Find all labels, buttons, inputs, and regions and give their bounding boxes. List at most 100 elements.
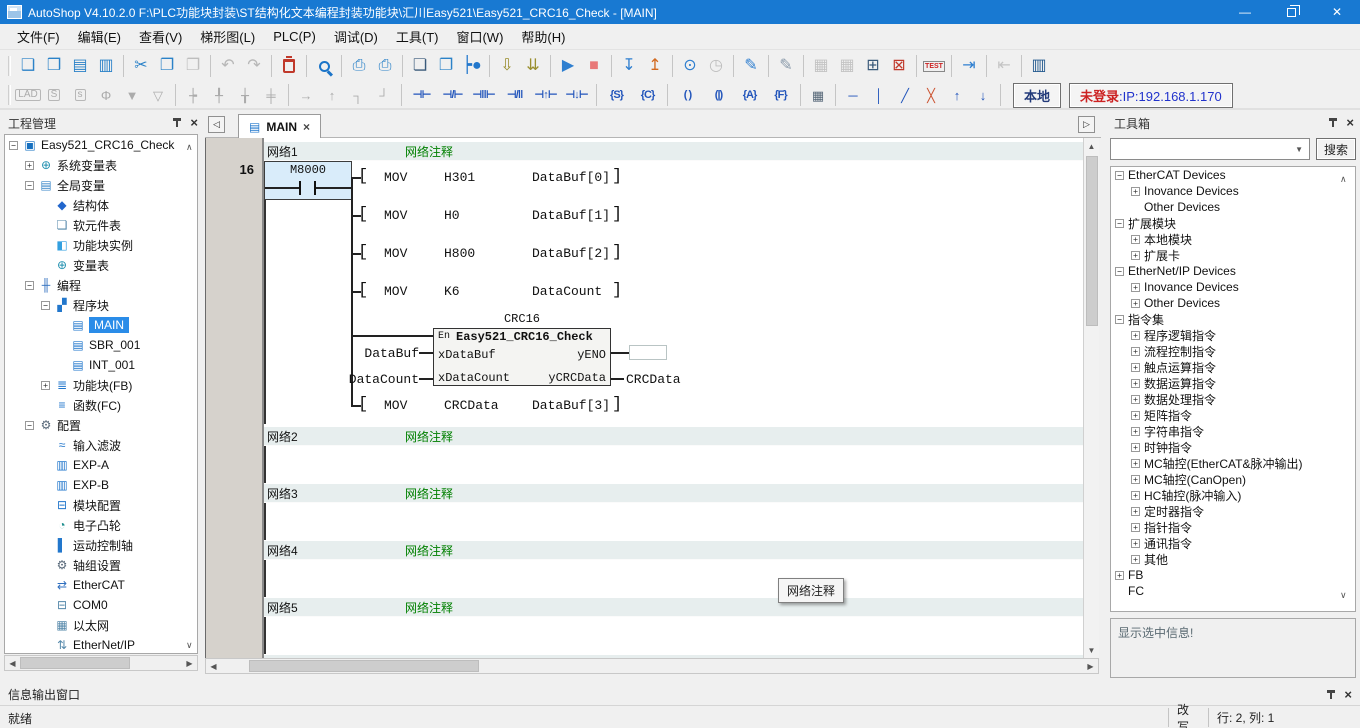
- rung-mov-1[interactable]: [MOVH301DataBuf[0]]: [264, 170, 1083, 186]
- instruction-src[interactable]: H0: [444, 208, 460, 223]
- toolbox-search-input[interactable]: ▼: [1110, 138, 1310, 160]
- expand-icon[interactable]: +: [1131, 363, 1140, 372]
- network-comment[interactable]: 网络注释: [405, 485, 453, 502]
- insert-row-icon[interactable]: ⊞: [860, 54, 886, 78]
- network-header[interactable]: 网络2网络注释: [264, 427, 1083, 446]
- collapse-icon[interactable]: −: [25, 421, 34, 430]
- expand-icon[interactable]: +: [1131, 475, 1140, 484]
- save-icon[interactable]: ▤: [67, 54, 93, 78]
- expand-icon[interactable]: +: [1131, 507, 1140, 516]
- pin-icon[interactable]: [1328, 117, 1338, 128]
- instruction-dst[interactable]: DataBuf[2]: [532, 246, 610, 261]
- menu-h[interactable]: 帮助(H): [512, 23, 574, 50]
- tree-item-软元件表[interactable]: ❏软元件表: [5, 215, 197, 235]
- close-button[interactable]: ✕: [1314, 0, 1360, 24]
- tree-item-功能块实例[interactable]: ◧功能块实例: [5, 235, 197, 255]
- collapse-icon[interactable]: −: [25, 181, 34, 190]
- network-comment[interactable]: 网络注释: [405, 143, 453, 160]
- tab-close-icon[interactable]: ×: [303, 120, 310, 134]
- delete-line-icon[interactable]: ╳: [918, 84, 944, 106]
- expand-icon[interactable]: +: [1131, 299, 1140, 308]
- parallel-no-contact-icon[interactable]: ⊣‖⊢: [468, 84, 499, 106]
- tree-item-数据运算指令[interactable]: +数据运算指令: [1111, 375, 1355, 391]
- tree-item-时钟指令[interactable]: +时钟指令: [1111, 439, 1355, 455]
- v-line-icon[interactable]: │: [866, 84, 892, 106]
- search-button[interactable]: 搜索: [1316, 138, 1356, 160]
- instruction-op[interactable]: MOV: [384, 246, 407, 261]
- collapse-icon[interactable]: −: [1115, 219, 1124, 228]
- expand-icon[interactable]: +: [1131, 251, 1140, 260]
- expand-icon[interactable]: +: [1131, 491, 1140, 500]
- tree-item-指令集[interactable]: −指令集: [1111, 311, 1355, 327]
- falling-contact-icon[interactable]: ⊣↓⊢: [561, 84, 592, 106]
- tree-item-程序逻辑指令[interactable]: +程序逻辑指令: [1111, 327, 1355, 343]
- expand-icon[interactable]: +: [1131, 187, 1140, 196]
- print-preview-icon[interactable]: ⎙: [346, 54, 372, 78]
- chevron-down-icon[interactable]: ▼: [1295, 145, 1303, 154]
- test-usb-icon[interactable]: TEST: [921, 54, 947, 78]
- collapse-icon[interactable]: −: [41, 301, 50, 310]
- expand-icon[interactable]: +: [1131, 555, 1140, 564]
- tree-item-COM0[interactable]: ⊟COM0: [5, 595, 197, 615]
- download-icon[interactable]: ↧: [616, 54, 642, 78]
- rising-contact-icon[interactable]: ⊣↑⊢: [530, 84, 561, 106]
- scroll-thumb[interactable]: [249, 660, 479, 672]
- tree-item-函数-FC-[interactable]: ≡函数(FC): [5, 395, 197, 415]
- instruction-src[interactable]: CRCData: [444, 398, 499, 413]
- collapse-icon[interactable]: −: [9, 141, 18, 150]
- tree-scroll-down-icon[interactable]: ∨: [1340, 590, 1347, 601]
- tree-item-EtherCAT[interactable]: ⇄EtherCAT: [5, 575, 197, 595]
- login-status-button[interactable]: 未登录:IP:192.168.1.170: [1069, 83, 1233, 108]
- menu-l[interactable]: 梯形图(L): [191, 23, 264, 50]
- tree-item-EXP-B[interactable]: ▥EXP-B: [5, 475, 197, 495]
- set-coil-icon[interactable]: {S}: [601, 84, 632, 106]
- tree-scroll-up-icon[interactable]: ∧: [186, 142, 193, 153]
- tree-item-HC轴控-脉冲输入-[interactable]: +HC轴控(脉冲输入): [1111, 487, 1355, 503]
- reset-coil-icon[interactable]: {C}: [632, 84, 663, 106]
- tree-item-矩阵指令[interactable]: +矩阵指令: [1111, 407, 1355, 423]
- scroll-up-icon[interactable]: ▲: [1084, 139, 1099, 153]
- close-icon[interactable]: ×: [1346, 116, 1354, 129]
- yeno-output-cell[interactable]: [629, 345, 667, 360]
- tree-item-触点运算指令[interactable]: +触点运算指令: [1111, 359, 1355, 375]
- write-edit-icon[interactable]: ✎: [738, 54, 764, 78]
- scroll-right-icon[interactable]: ▶: [1083, 659, 1098, 673]
- out-coil-icon[interactable]: ( ): [672, 84, 703, 106]
- run-icon[interactable]: ▶: [555, 54, 581, 78]
- tree-item-功能块-FB-[interactable]: +≣功能块(FB): [5, 375, 197, 395]
- pin-icon[interactable]: [1326, 689, 1336, 700]
- menu-plcp[interactable]: PLC(P): [264, 25, 325, 48]
- collapse-icon[interactable]: −: [25, 281, 34, 290]
- tree-item-Other-Devices[interactable]: +Other Devices: [1111, 295, 1355, 311]
- stop-icon[interactable]: ■: [581, 54, 607, 78]
- tree-item-FB[interactable]: +FB: [1111, 567, 1355, 583]
- network-header[interactable]: 网络3网络注释: [264, 484, 1083, 503]
- tree-item-电子凸轮[interactable]: ◔电子凸轮: [5, 515, 197, 535]
- instruction-src[interactable]: K6: [444, 284, 460, 299]
- restore-button[interactable]: [1268, 0, 1314, 24]
- tree-item-Inovance-Devices[interactable]: +Inovance Devices: [1111, 279, 1355, 295]
- tab-main[interactable]: ▤ MAIN ×: [238, 114, 321, 138]
- pin-icon[interactable]: [172, 117, 182, 128]
- instruction-op[interactable]: MOV: [384, 284, 407, 299]
- app-instruction-icon[interactable]: {A}: [734, 84, 765, 106]
- tree-item-Other-Devices[interactable]: Other Devices: [1111, 199, 1355, 215]
- upload-icon[interactable]: ↥: [642, 54, 668, 78]
- tree-item-INT-001[interactable]: ▤INT_001: [5, 355, 197, 375]
- function-block-icon[interactable]: ▦: [805, 84, 831, 106]
- tree-item-Easy521-CRC16-Check[interactable]: −▣Easy521_CRC16_Check: [5, 135, 197, 155]
- tree-item-数据处理指令[interactable]: +数据处理指令: [1111, 391, 1355, 407]
- expand-icon[interactable]: +: [41, 381, 50, 390]
- print-icon[interactable]: ⎙: [372, 54, 398, 78]
- tree-item-结构体[interactable]: ◆结构体: [5, 195, 197, 215]
- tree-item-以太网[interactable]: ▦以太网: [5, 615, 197, 635]
- expand-icon[interactable]: +: [25, 161, 34, 170]
- scroll-right-icon[interactable]: ▶: [182, 656, 197, 670]
- tree-item-FC[interactable]: FC: [1111, 583, 1355, 599]
- instruction-op[interactable]: MOV: [384, 208, 407, 223]
- tree-item-编程[interactable]: −╫编程: [5, 275, 197, 295]
- scroll-thumb[interactable]: [20, 657, 130, 669]
- tree-item-流程控制指令[interactable]: +流程控制指令: [1111, 343, 1355, 359]
- slash-line-icon[interactable]: ╱: [892, 84, 918, 106]
- edit-doc-icon[interactable]: ✎: [773, 54, 799, 78]
